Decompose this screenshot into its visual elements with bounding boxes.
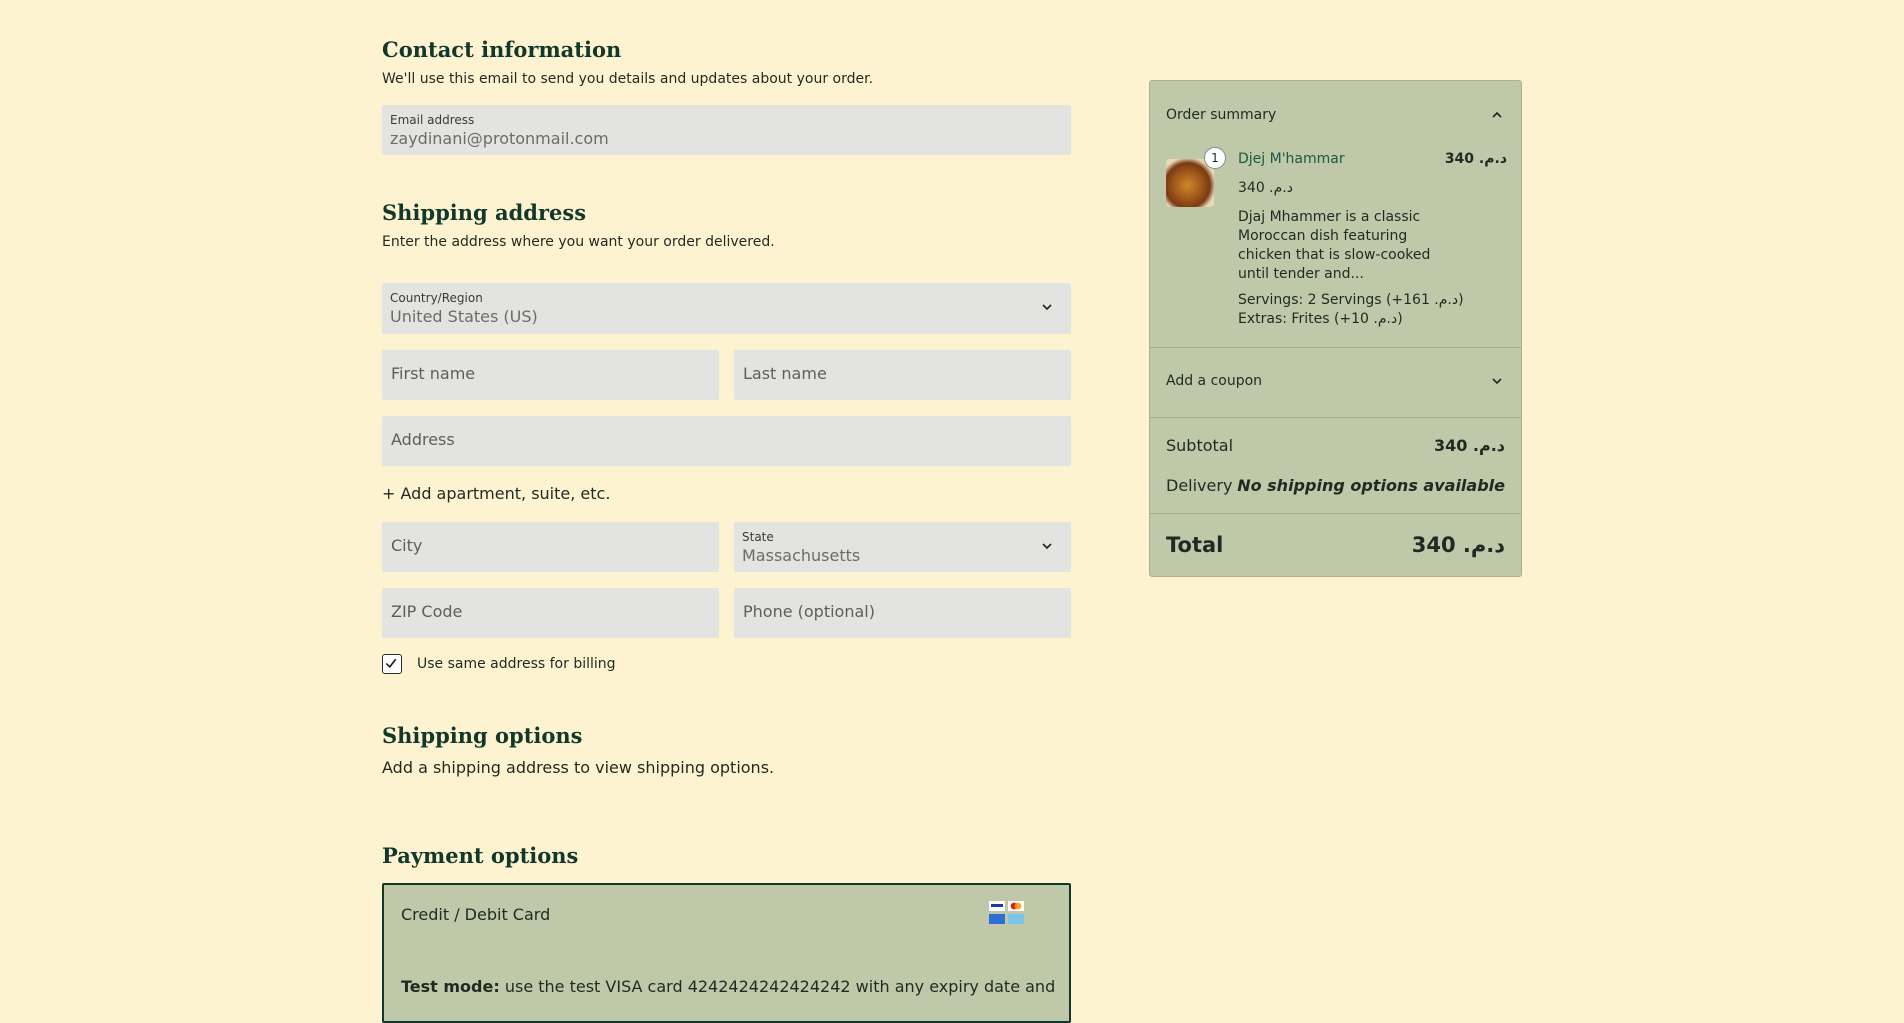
city-field[interactable]: City	[382, 522, 719, 572]
state-select[interactable]: State Massachusetts	[734, 522, 1071, 572]
city-placeholder: City	[391, 536, 423, 555]
product-line-total: 340 .د.م	[1444, 151, 1507, 167]
quantity-badge: 1	[1204, 147, 1226, 169]
country-label: Country/Region	[390, 291, 483, 305]
delivery-value: No shipping options available	[1237, 476, 1505, 495]
chevron-up-icon[interactable]	[1491, 109, 1503, 121]
shipping-heading: Shipping address	[382, 200, 587, 225]
first-name-field[interactable]: First name	[382, 350, 719, 400]
add-coupon-toggle[interactable]: Add a coupon	[1166, 373, 1262, 389]
delivery-label: Delivery	[1166, 476, 1233, 495]
product-unit-price: 340 .د.م	[1238, 180, 1293, 196]
payment-method-card[interactable]: Credit / Debit Card Test mode: use the t…	[382, 883, 1071, 1023]
divider	[1150, 513, 1521, 514]
state-label: State	[742, 530, 774, 544]
shipping-description: Enter the address where you want your or…	[382, 234, 775, 250]
country-value: United States (US)	[390, 307, 538, 326]
order-summary-heading[interactable]: Order summary	[1166, 107, 1276, 123]
add-apartment-link[interactable]: + Add apartment, suite, etc.	[382, 484, 610, 503]
test-mode-label: Test mode:	[401, 977, 500, 996]
total-label: Total	[1166, 533, 1224, 557]
product-option-extras: Extras: Frites (+10 .د.م)	[1238, 311, 1403, 327]
test-mode-note: Test mode: use the test VISA card 424242…	[401, 977, 1055, 996]
contact-description: We'll use this email to send you details…	[382, 71, 874, 87]
checkmark-icon	[385, 658, 397, 669]
divider	[1150, 347, 1521, 348]
order-summary-panel: Order summary 1 Djej M'hammar 340 .د.م 3…	[1149, 80, 1522, 577]
subtotal-label: Subtotal	[1166, 436, 1234, 455]
phone-field[interactable]: Phone (optional)	[734, 588, 1071, 638]
product-name[interactable]: Djej M'hammar	[1238, 151, 1345, 167]
card-brands-icon	[989, 901, 1024, 924]
chevron-down-icon	[1042, 543, 1052, 550]
shipping-options-description: Add a shipping address to view shipping …	[382, 758, 775, 777]
test-mode-text: use the test VISA card 4242424242424242 …	[504, 977, 1056, 996]
chevron-down-icon[interactable]	[1491, 375, 1503, 387]
shipping-options-heading: Shipping options	[382, 723, 583, 748]
payment-method-title: Credit / Debit Card	[401, 905, 551, 924]
zip-placeholder: ZIP Code	[391, 602, 463, 621]
product-description: Djaj Mhammer is a classic Moroccan dish …	[1238, 209, 1431, 282]
divider	[1150, 417, 1521, 418]
billing-checkbox[interactable]	[382, 654, 402, 674]
billing-checkbox-label: Use same address for billing	[417, 656, 616, 672]
address-field[interactable]: Address	[382, 416, 1071, 466]
zip-field[interactable]: ZIP Code	[382, 588, 719, 638]
email-label: Email address	[390, 113, 475, 127]
country-select[interactable]: Country/Region United States (US)	[382, 283, 1071, 334]
email-field[interactable]: Email address zaydinani@protonmail.com	[382, 105, 1071, 155]
contact-heading: Contact information	[382, 37, 622, 62]
product-option-servings: Servings: 2 Servings (+161 .د.م)	[1238, 292, 1464, 308]
subtotal-value: 340 .د.م	[1433, 436, 1505, 455]
last-name-placeholder: Last name	[743, 364, 827, 383]
total-value: 340 .د.م	[1411, 533, 1505, 557]
address-placeholder: Address	[391, 430, 455, 449]
phone-placeholder: Phone (optional)	[743, 602, 875, 621]
chevron-down-icon	[1042, 304, 1052, 311]
state-value: Massachusetts	[742, 546, 861, 565]
first-name-placeholder: First name	[391, 364, 476, 383]
last-name-field[interactable]: Last name	[734, 350, 1071, 400]
email-value: zaydinani@protonmail.com	[390, 129, 609, 148]
payment-heading: Payment options	[382, 843, 579, 868]
